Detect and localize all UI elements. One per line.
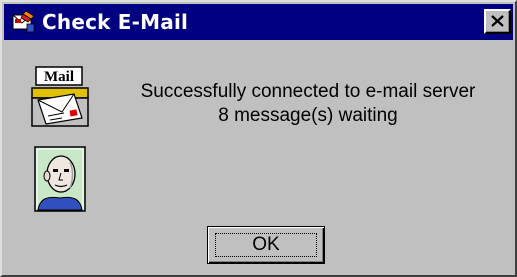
title-bar[interactable]: Check E-Mail [4, 4, 513, 40]
close-icon [491, 15, 504, 27]
mail-envelope-icon: Mail [31, 66, 89, 127]
close-button[interactable] [484, 9, 511, 34]
mail-app-icon [12, 10, 35, 33]
window-title: Check E-Mail [42, 10, 189, 34]
message-line-1: Successfully connected to e-mail server [140, 81, 476, 102]
user-face-icon [34, 146, 86, 212]
check-email-dialog: Check E-Mail Mail Successfully connected… [0, 0, 517, 277]
ok-button[interactable]: OK [207, 226, 325, 264]
status-message: Successfully connected to e-mail server … [108, 80, 508, 128]
message-line-2: 8 message(s) waiting [218, 105, 398, 126]
mail-icon-text: Mail [44, 69, 74, 85]
ok-button-label: OK [252, 234, 280, 255]
